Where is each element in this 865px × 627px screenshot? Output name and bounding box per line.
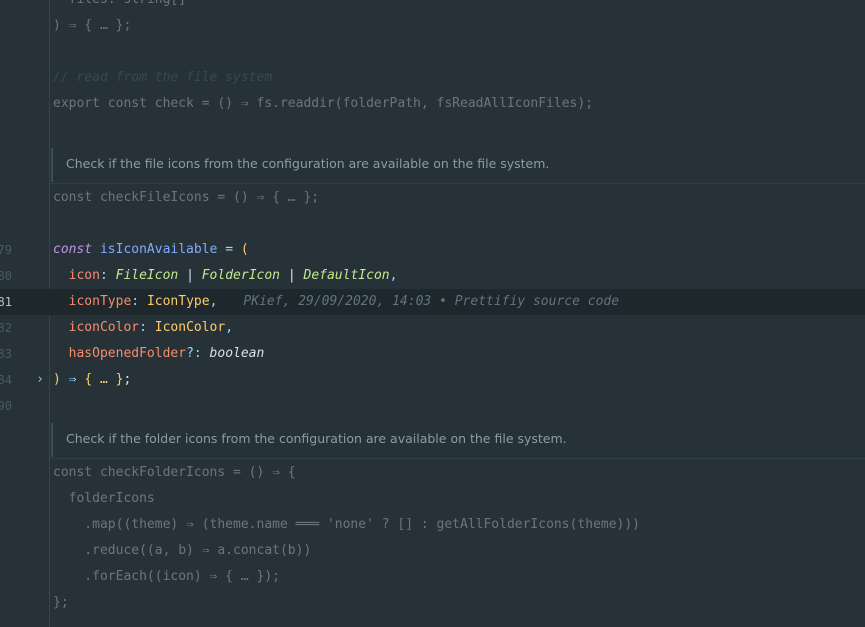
code-token: ) <box>53 372 61 387</box>
code-line[interactable]: export const check = () ⇒ fs.readdir(fol… <box>0 91 865 117</box>
code-text: }; <box>53 590 69 616</box>
code-token: iconType <box>68 294 132 309</box>
code-line[interactable]: 80 icon: FileIcon | FolderIcon | Default… <box>0 263 865 289</box>
code-token: const <box>53 242 93 257</box>
code-token: : <box>131 294 147 309</box>
code-line[interactable]: const checkFolderIcons = () ⇒ { <box>0 460 865 486</box>
code-line[interactable]: .forEach((icon) ⇒ { … }); <box>0 564 865 590</box>
code-line[interactable]: .map((theme) ⇒ (theme.name ═══ 'none' ? … <box>0 512 865 538</box>
code-token: ( <box>240 242 249 257</box>
code-line[interactable]: 83 hasOpenedFolder?: boolean <box>0 341 865 367</box>
code-line[interactable]: 82 iconColor: IconColor, <box>0 315 865 341</box>
code-token: isIconAvailable <box>99 242 218 257</box>
code-token: = <box>217 242 241 257</box>
doc-comment-bar <box>51 148 53 182</box>
code-editor[interactable]: files: string[]) ⇒ { … };// read from th… <box>0 0 865 627</box>
code-text: const checkFolderIcons = () ⇒ { <box>53 460 296 486</box>
code-text: ) ⇒ { … }; <box>53 13 131 39</box>
code-token: | <box>280 268 304 283</box>
code-text: // read from the file system <box>53 65 272 91</box>
doc-comment-block: Check if the folder icons from the confi… <box>50 423 865 457</box>
code-text: iconColor: IconColor, <box>53 315 233 341</box>
code-token: { … } <box>84 372 124 387</box>
code-token: export const check = () ⇒ fs.readdir(fol… <box>53 96 594 111</box>
code-token: folderIcons <box>53 491 155 506</box>
line-number: 82 <box>0 321 12 335</box>
code-line[interactable]: folderIcons <box>0 486 865 512</box>
code-text: const checkFileIcons = () ⇒ { … }; <box>53 185 319 211</box>
code-token: ?: <box>186 346 210 361</box>
code-text: .forEach((icon) ⇒ { … }); <box>53 564 280 590</box>
code-text: export const check = () ⇒ fs.readdir(fol… <box>53 91 593 117</box>
code-line[interactable]: // read from the file system <box>0 65 865 91</box>
code-token: ) ⇒ { … }; <box>53 18 132 33</box>
code-line[interactable]: ) ⇒ { … }; <box>0 13 865 39</box>
fold-chevron-icon[interactable]: › <box>34 367 46 393</box>
code-line[interactable] <box>0 39 865 65</box>
code-line[interactable]: files: string[] <box>0 0 865 13</box>
code-text: folderIcons <box>53 486 155 512</box>
code-token: FileIcon <box>115 268 179 283</box>
doc-comment-divider <box>50 458 865 459</box>
line-number: 81 <box>0 295 12 309</box>
code-text: .map((theme) ⇒ (theme.name ═══ 'none' ? … <box>53 512 640 538</box>
code-text: icon: FileIcon | FolderIcon | DefaultIco… <box>53 263 398 289</box>
code-token: }; <box>53 595 69 610</box>
code-token: | <box>178 268 202 283</box>
code-token: IconColor <box>154 320 226 335</box>
code-token: IconType <box>146 294 210 309</box>
code-token: ; <box>123 372 132 387</box>
code-line[interactable]: 84 ›) ⇒ { … }; <box>0 367 865 393</box>
code-token: , <box>389 268 398 283</box>
code-token: hasOpenedFolder <box>68 346 187 361</box>
code-line[interactable]: 90 <box>0 393 865 419</box>
line-number: 79 <box>0 243 12 257</box>
code-line[interactable] <box>0 211 865 237</box>
git-blame-annotation: PKief, 29/09/2020, 14:03 • Prettifiy sou… <box>243 294 620 309</box>
code-line[interactable]: .reduce((a, b) ⇒ a.concat(b)) <box>0 538 865 564</box>
code-token: DefaultIcon <box>303 268 390 283</box>
code-text: hasOpenedFolder?: boolean <box>53 341 265 367</box>
code-token: : <box>139 320 155 335</box>
code-text: .reduce((a, b) ⇒ a.concat(b)) <box>53 538 311 564</box>
line-number: 84 <box>0 373 12 387</box>
code-token: const checkFileIcons = () ⇒ { … }; <box>53 190 320 205</box>
code-token: const checkFolderIcons = () ⇒ { <box>53 465 296 480</box>
code-text: iconType: IconType, PKief, 29/09/2020, 14… <box>53 289 619 315</box>
code-text: ) ⇒ { … }; <box>53 367 131 393</box>
code-token: files: string[] <box>53 0 186 7</box>
code-token: .reduce((a, b) ⇒ a.concat(b)) <box>53 543 312 558</box>
code-text: files: string[] <box>53 0 186 13</box>
code-text: const isIconAvailable = ( <box>53 237 249 263</box>
line-number: 83 <box>0 347 12 361</box>
line-number: 80 <box>0 269 12 283</box>
code-token: , <box>225 320 234 335</box>
code-line[interactable]: 81 iconType: IconType, PKief, 29/09/2020,… <box>0 289 865 315</box>
code-token: , <box>209 294 218 309</box>
code-line[interactable] <box>0 117 865 143</box>
code-token: icon <box>68 268 100 283</box>
code-token: boolean <box>209 346 265 361</box>
doc-comment-text: Check if the folder icons from the confi… <box>66 431 567 446</box>
code-token: : <box>99 268 116 283</box>
code-line[interactable]: }; <box>0 590 865 616</box>
code-token: ⇒ <box>60 372 85 387</box>
code-token: .forEach((icon) ⇒ { … }); <box>53 569 280 584</box>
doc-comment-text: Check if the file icons from the configu… <box>66 156 550 171</box>
code-line[interactable]: 79 const isIconAvailable = ( <box>0 237 865 263</box>
doc-comment-divider <box>50 183 865 184</box>
line-number: 90 <box>0 399 12 413</box>
doc-comment-bar <box>51 423 53 457</box>
code-token: // read from the file system <box>53 70 273 85</box>
code-token: .map((theme) ⇒ (theme.name ═══ 'none' ? … <box>53 517 640 532</box>
code-line[interactable]: const checkFileIcons = () ⇒ { … }; <box>0 185 865 211</box>
code-token: FolderIcon <box>201 268 281 283</box>
doc-comment-block: Check if the file icons from the configu… <box>50 148 865 182</box>
code-token: iconColor <box>68 320 140 335</box>
